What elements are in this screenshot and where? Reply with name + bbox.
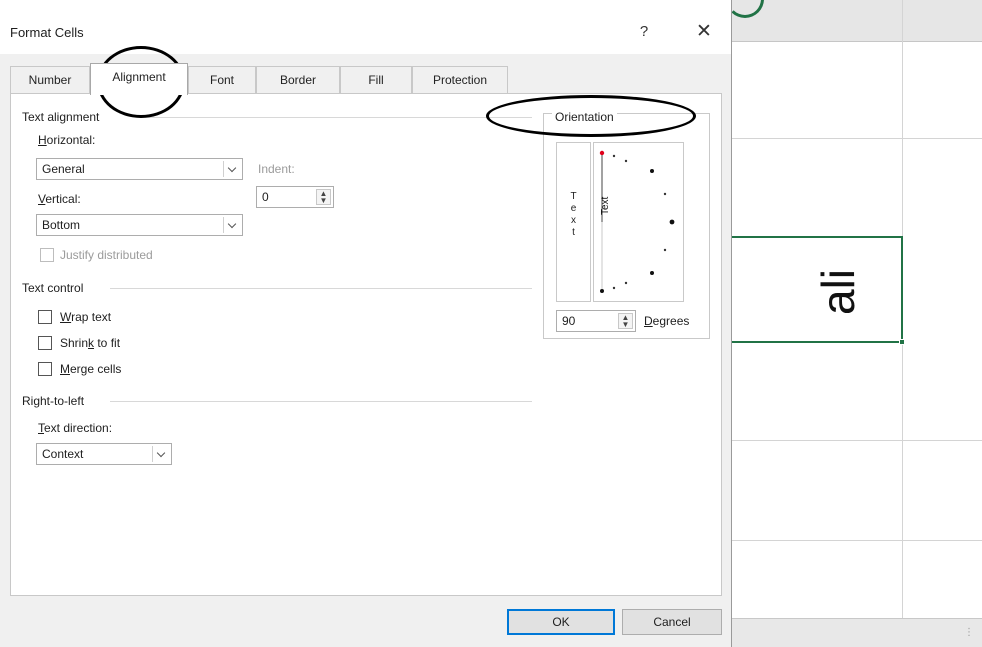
section-right-to-left: Right-to-left [22, 394, 91, 408]
help-button[interactable]: ? [632, 20, 656, 44]
column-header-row [732, 0, 982, 42]
vertical-label: Vertical: [38, 192, 81, 206]
text-direction-dropdown[interactable]: Context [36, 443, 172, 465]
chevron-down-icon[interactable] [152, 446, 169, 462]
orientation-group: Orientation T e x t Text 90 ▲ ▼ Degrees [543, 110, 710, 339]
dialog-title: Format Cells [10, 25, 84, 40]
tab-number[interactable]: Number [10, 66, 90, 94]
degrees-spinner[interactable]: 90 ▲ ▼ [556, 310, 636, 332]
chevron-down-icon[interactable] [223, 217, 240, 233]
orientation-dial[interactable]: Text [593, 142, 684, 302]
section-divider [140, 117, 532, 118]
ok-button[interactable]: OK [507, 609, 615, 635]
section-text-control: Text control [22, 281, 90, 295]
vertical-text-button[interactable]: T e x t [556, 142, 591, 302]
tab-fill[interactable]: Fill [340, 66, 412, 94]
vertical-value: Bottom [42, 218, 81, 232]
wrap-text-label: Wrap text [60, 310, 112, 324]
grid-horizontal-line [732, 138, 982, 139]
merge-cells-checkbox[interactable] [38, 362, 52, 376]
chevron-down-icon[interactable] [223, 161, 240, 177]
merge-cells-label: Merge cells [60, 362, 122, 376]
close-button[interactable]: ✕ [690, 20, 718, 44]
shrink-to-fit-label: Shrink to fit [60, 336, 121, 350]
indent-spinner[interactable]: 0 ▲ ▼ [256, 186, 334, 208]
status-bar: ⋮ [732, 618, 982, 647]
grid-horizontal-line [732, 440, 982, 441]
spreadsheet-area: ali ⋮ [732, 0, 982, 647]
vertical-dropdown[interactable]: Bottom [36, 214, 243, 236]
spinner-arrows-icon[interactable]: ▲ ▼ [618, 313, 633, 329]
orientation-dial-icon: Text [599, 150, 675, 293]
cancel-button[interactable]: Cancel [622, 609, 722, 635]
cell-rotated-text: ali [812, 268, 864, 316]
resize-grip-icon[interactable]: ⋮ [964, 627, 974, 638]
text-direction-label: Text direction: [38, 421, 113, 435]
text-direction-value: Context [42, 447, 84, 461]
degrees-value: 90 [562, 314, 576, 328]
dialog-titlebar[interactable]: Format Cells ? ✕ [0, 0, 731, 54]
tab-alignment[interactable]: Alignment [90, 63, 188, 95]
indent-label: Indent: [258, 162, 295, 176]
shrink-to-fit-checkbox[interactable] [38, 336, 52, 350]
tab-font[interactable]: Font [188, 66, 256, 94]
degrees-label: Degrees [644, 314, 690, 328]
tab-protection[interactable]: Protection [412, 66, 508, 94]
wrap-text-checkbox[interactable] [38, 310, 52, 324]
justify-distributed-label: Justify distributed [60, 248, 153, 262]
grid-horizontal-line [732, 540, 982, 541]
section-divider [110, 401, 532, 402]
dial-text: Text [600, 196, 611, 215]
horizontal-label: Horizontal: [38, 133, 96, 147]
horizontal-dropdown[interactable]: General [36, 158, 243, 180]
format-cells-dialog: Format Cells ? ✕ Number Alignment Font B… [0, 0, 732, 647]
spinner-arrows-icon[interactable]: ▲ ▼ [316, 189, 331, 205]
section-text-alignment: Text alignment [22, 110, 106, 124]
section-divider [110, 288, 532, 289]
section-orientation: Orientation [552, 110, 617, 124]
tab-border[interactable]: Border [256, 66, 340, 94]
justify-distributed-checkbox[interactable] [40, 248, 54, 262]
fill-handle[interactable] [899, 339, 905, 345]
horizontal-value: General [42, 162, 85, 176]
indent-value: 0 [262, 190, 269, 204]
